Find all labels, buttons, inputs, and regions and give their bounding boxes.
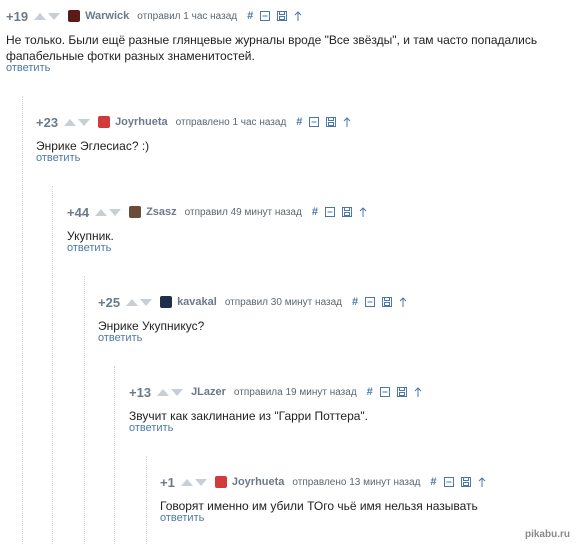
hash-icon[interactable]: # — [430, 476, 436, 488]
save-icon[interactable] — [460, 477, 471, 487]
up-arrow-icon[interactable] — [399, 297, 407, 307]
minus-icon[interactable] — [365, 297, 376, 307]
comment-author[interactable]: Joyrhueta — [115, 116, 168, 128]
comment-rating: +13 — [129, 384, 152, 400]
up-arrow-icon[interactable] — [294, 11, 302, 21]
comment-text: Не только. Были ещё разные глянцевые жур… — [6, 32, 537, 64]
comment-text-line: Не только. Были ещё разные глянцевые жур… — [6, 33, 538, 47]
comment-author[interactable]: Zsasz — [146, 206, 177, 218]
minus-icon[interactable] — [309, 117, 320, 127]
reply-link[interactable]: ответить — [160, 512, 204, 524]
up-arrow-icon[interactable] — [414, 387, 422, 397]
comment-author[interactable]: kavakal — [177, 296, 217, 308]
save-icon[interactable] — [341, 207, 352, 217]
comment-timestamp: отправил 49 минут назад — [184, 206, 302, 218]
downvote-icon[interactable] — [48, 12, 61, 20]
reply-link[interactable]: ответить — [6, 62, 50, 74]
comment-header: +25 kavakal отправил 30 минут назад # — [98, 292, 414, 312]
hash-icon[interactable]: # — [352, 296, 358, 308]
comment-author[interactable]: Warwick — [85, 10, 129, 22]
comment-author[interactable]: JLazer — [191, 386, 226, 398]
save-icon[interactable] — [326, 117, 337, 127]
comment-rating: +1 — [160, 474, 175, 490]
upvote-icon[interactable] — [34, 12, 47, 20]
up-arrow-icon[interactable] — [478, 477, 486, 487]
upvote-icon[interactable] — [126, 298, 139, 306]
save-icon[interactable] — [382, 297, 393, 307]
comment-header: +1 Joyrhueta отправлено 13 минут назад # — [160, 472, 493, 492]
comment-author[interactable]: Joyrhueta — [232, 476, 285, 488]
downvote-icon[interactable] — [171, 388, 184, 396]
avatar[interactable] — [98, 116, 111, 128]
minus-icon[interactable] — [260, 11, 271, 21]
upvote-icon[interactable] — [157, 388, 170, 396]
avatar[interactable] — [214, 476, 227, 488]
comment-timestamp: отправлено 1 час назад — [175, 116, 287, 128]
comment-rating: +19 — [6, 8, 29, 24]
up-arrow-icon[interactable] — [359, 207, 367, 217]
comment-header: +13 JLazer отправила 19 минут назад # — [129, 382, 429, 402]
comment-text: Говорят именно им убили ТОго чьё имя нел… — [160, 498, 478, 514]
downvote-icon[interactable] — [194, 478, 207, 486]
upvote-icon[interactable] — [95, 208, 108, 216]
comment-header: +23 Joyrhueta отправлено 1 час назад # — [36, 112, 358, 132]
hash-icon[interactable]: # — [312, 206, 318, 218]
avatar[interactable] — [68, 10, 81, 22]
downvote-icon[interactable] — [140, 298, 153, 306]
thread-guide-line — [114, 366, 115, 544]
up-arrow-icon[interactable] — [343, 117, 351, 127]
upvote-icon[interactable] — [180, 478, 193, 486]
hash-icon[interactable]: # — [367, 386, 373, 398]
comment-rating: +44 — [67, 204, 90, 220]
thread-guide-line — [22, 96, 23, 544]
avatar[interactable] — [129, 206, 142, 218]
thread-guide-line — [84, 276, 85, 544]
comment-text-line: Говорят именно им убили ТОго чьё имя нел… — [160, 499, 478, 513]
save-icon[interactable] — [396, 387, 407, 397]
hash-icon[interactable]: # — [296, 116, 302, 128]
reply-link[interactable]: ответить — [67, 242, 111, 254]
comment-timestamp: отправила 19 минут назад — [233, 386, 357, 398]
hash-icon[interactable]: # — [247, 10, 253, 22]
reply-link[interactable]: ответить — [129, 422, 173, 434]
comment-header: +44 Zsasz отправил 49 минут назад # — [67, 202, 374, 222]
comment-rating: +25 — [98, 294, 121, 310]
watermark: pikabu.ru — [524, 529, 570, 540]
reply-link[interactable]: ответить — [98, 332, 142, 344]
minus-icon[interactable] — [324, 207, 335, 217]
thread-guide-line — [146, 456, 147, 544]
reply-link[interactable]: ответить — [36, 152, 80, 164]
comment-timestamp: отправлено 13 минут назад — [292, 476, 421, 488]
downvote-icon[interactable] — [78, 118, 91, 126]
minus-icon[interactable] — [379, 387, 390, 397]
comment-text-line: фапабельные фотки разных знаменитостей. — [6, 49, 255, 63]
save-icon[interactable] — [277, 11, 288, 21]
thread-guide-line — [52, 186, 53, 544]
minus-icon[interactable] — [443, 477, 454, 487]
comment-rating: +23 — [36, 114, 59, 130]
comment-timestamp: отправил 30 минут назад — [224, 296, 342, 308]
comment-header: +19 Warwick отправил 1 час назад # — [6, 6, 309, 26]
avatar[interactable] — [160, 296, 173, 308]
upvote-icon[interactable] — [64, 118, 77, 126]
downvote-icon[interactable] — [109, 208, 122, 216]
comment-timestamp: отправил 1 час назад — [137, 10, 238, 22]
